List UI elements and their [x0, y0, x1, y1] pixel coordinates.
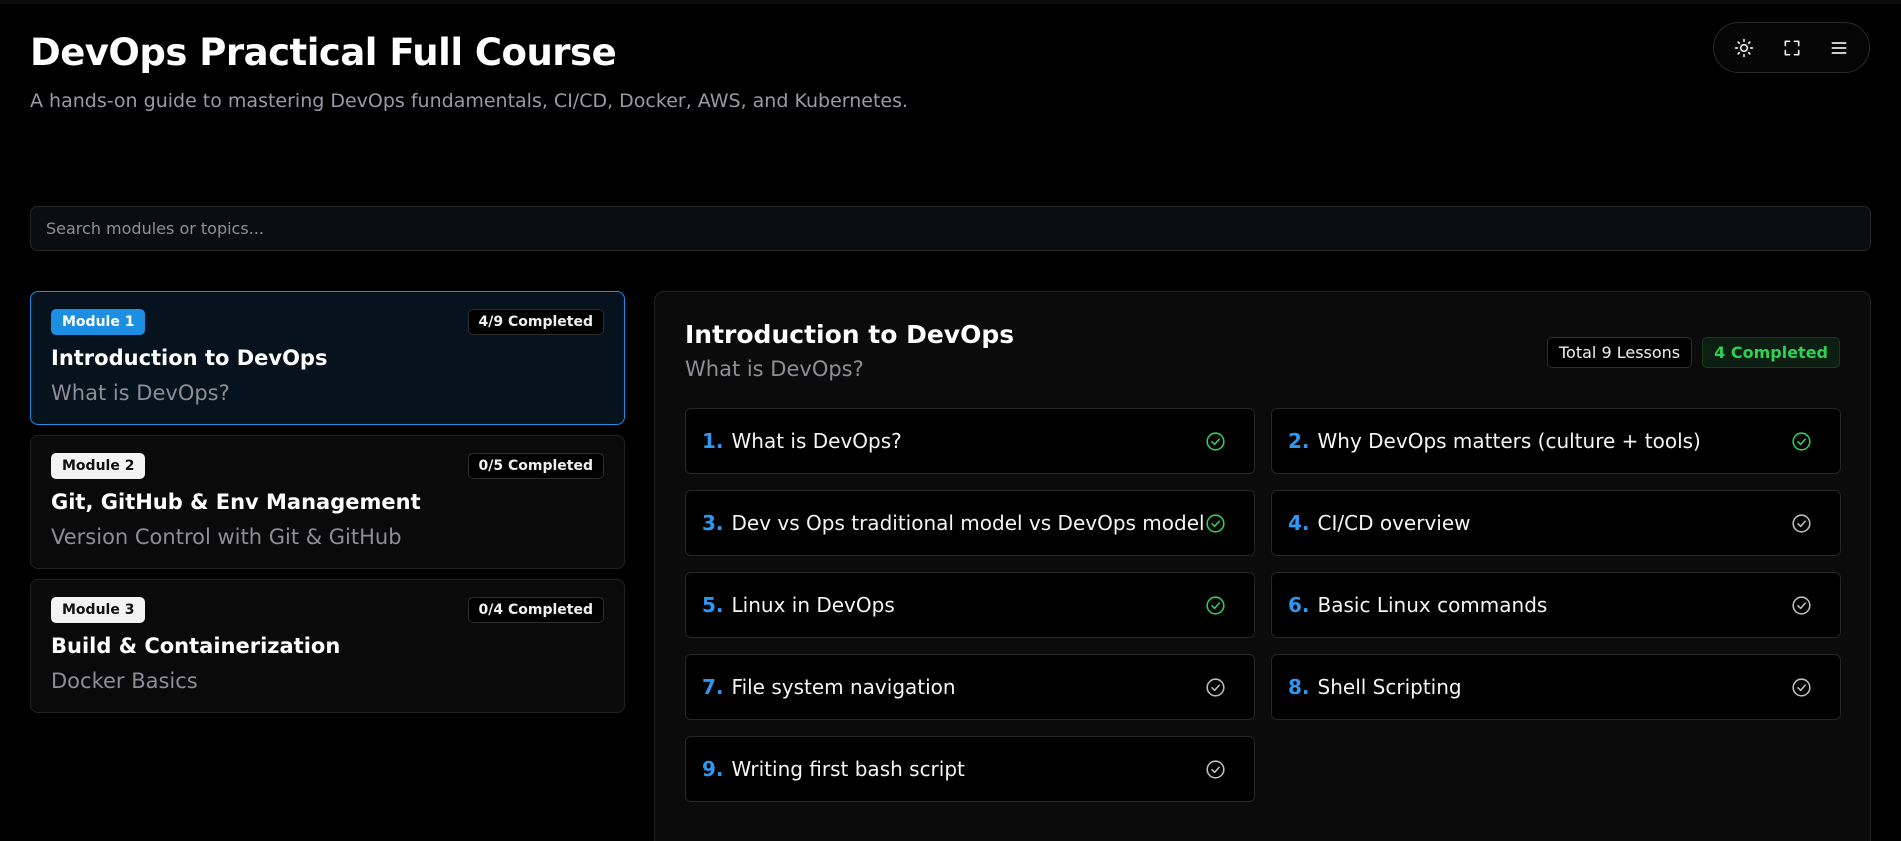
module-subtitle: Docker Basics — [51, 669, 198, 693]
header-controls — [1713, 22, 1870, 73]
module-list: Module 1 4/9 Completed Introduction to D… — [30, 291, 625, 723]
fullscreen-icon — [1784, 40, 1799, 56]
lesson-title: Why DevOps matters (culture + tools) — [1317, 429, 1701, 453]
page-subtitle: A hands-on guide to mastering DevOps fun… — [30, 90, 909, 112]
lesson-item[interactable]: 4. CI/CD overview — [1271, 490, 1841, 556]
completed-count-badge: 4 Completed — [1702, 337, 1840, 368]
lesson-item[interactable]: 6. Basic Linux commands — [1271, 572, 1841, 638]
panel-badges: Total 9 Lessons 4 Completed — [1547, 337, 1840, 368]
lesson-item[interactable]: 7. File system navigation — [685, 654, 1255, 720]
module-badge: Module 1 — [51, 309, 146, 335]
module-subtitle: Version Control with Git & GitHub — [51, 525, 402, 549]
lesson-number: 4. — [1288, 511, 1310, 535]
module-title: Build & Containerization — [51, 634, 341, 658]
lesson-title: Dev vs Ops traditional model vs DevOps m… — [731, 511, 1205, 535]
module-badge: Module 2 — [51, 453, 146, 479]
lesson-panel: Introduction to DevOps What is DevOps? T… — [654, 291, 1871, 841]
fullscreen-button[interactable] — [1774, 30, 1810, 66]
menu-icon — [1831, 41, 1847, 54]
lesson-number: 3. — [702, 511, 724, 535]
check-circle-icon[interactable] — [1205, 513, 1226, 534]
lesson-number: 6. — [1288, 593, 1310, 617]
module-badge: Module 3 — [51, 597, 146, 623]
lesson-title: File system navigation — [731, 675, 956, 699]
lesson-number: 2. — [1288, 429, 1310, 453]
panel-subtitle: What is DevOps? — [685, 357, 864, 381]
lesson-title: CI/CD overview — [1317, 511, 1471, 535]
check-circle-icon[interactable] — [1205, 759, 1226, 780]
search-bar — [30, 206, 1871, 251]
lesson-title: Shell Scripting — [1317, 675, 1462, 699]
module-card[interactable]: Module 3 0/4 Completed Build & Container… — [30, 579, 625, 713]
sun-icon — [1734, 38, 1753, 57]
page-title: DevOps Practical Full Course — [30, 31, 617, 74]
module-progress-badge: 0/4 Completed — [467, 597, 604, 623]
lesson-item[interactable]: 9. Writing first bash script — [685, 736, 1255, 802]
module-card[interactable]: Module 2 0/5 Completed Git, GitHub & Env… — [30, 435, 625, 569]
check-circle-icon[interactable] — [1791, 513, 1812, 534]
lesson-item[interactable]: 2. Why DevOps matters (culture + tools) — [1271, 408, 1841, 474]
check-circle-icon[interactable] — [1205, 595, 1226, 616]
lesson-grid: 1. What is DevOps? 2. Why DevOps matters… — [685, 408, 1842, 802]
lesson-title: Writing first bash script — [731, 757, 965, 781]
lesson-item[interactable]: 1. What is DevOps? — [685, 408, 1255, 474]
menu-button[interactable] — [1821, 30, 1857, 66]
lesson-number: 9. — [702, 757, 724, 781]
page-header: DevOps Practical Full Course A hands-on … — [30, 30, 908, 112]
check-circle-icon[interactable] — [1205, 431, 1226, 452]
panel-title: Introduction to DevOps — [685, 320, 1015, 349]
lesson-item[interactable]: 5. Linux in DevOps — [685, 572, 1255, 638]
check-circle-icon[interactable] — [1791, 431, 1812, 452]
lesson-item[interactable]: 3. Dev vs Ops traditional model vs DevOp… — [685, 490, 1255, 556]
check-circle-icon[interactable] — [1205, 677, 1226, 698]
module-progress-badge: 0/5 Completed — [467, 453, 604, 479]
check-circle-icon[interactable] — [1791, 677, 1812, 698]
lesson-title: Basic Linux commands — [1317, 593, 1548, 617]
check-circle-icon[interactable] — [1791, 595, 1812, 616]
module-subtitle: What is DevOps? — [51, 381, 230, 405]
module-title: Introduction to DevOps — [51, 346, 328, 370]
top-border — [0, 0, 1901, 4]
total-lessons-badge: Total 9 Lessons — [1547, 337, 1693, 368]
module-card[interactable]: Module 1 4/9 Completed Introduction to D… — [30, 291, 625, 425]
lesson-number: 8. — [1288, 675, 1310, 699]
lesson-number: 5. — [702, 593, 724, 617]
module-progress-badge: 4/9 Completed — [467, 309, 604, 335]
module-title: Git, GitHub & Env Management — [51, 490, 421, 514]
lesson-title: What is DevOps? — [731, 429, 902, 453]
lesson-item[interactable]: 8. Shell Scripting — [1271, 654, 1841, 720]
theme-toggle-button[interactable] — [1726, 30, 1762, 66]
search-input[interactable] — [31, 207, 1870, 250]
lesson-title: Linux in DevOps — [731, 593, 895, 617]
lesson-number: 1. — [702, 429, 724, 453]
lesson-number: 7. — [702, 675, 724, 699]
